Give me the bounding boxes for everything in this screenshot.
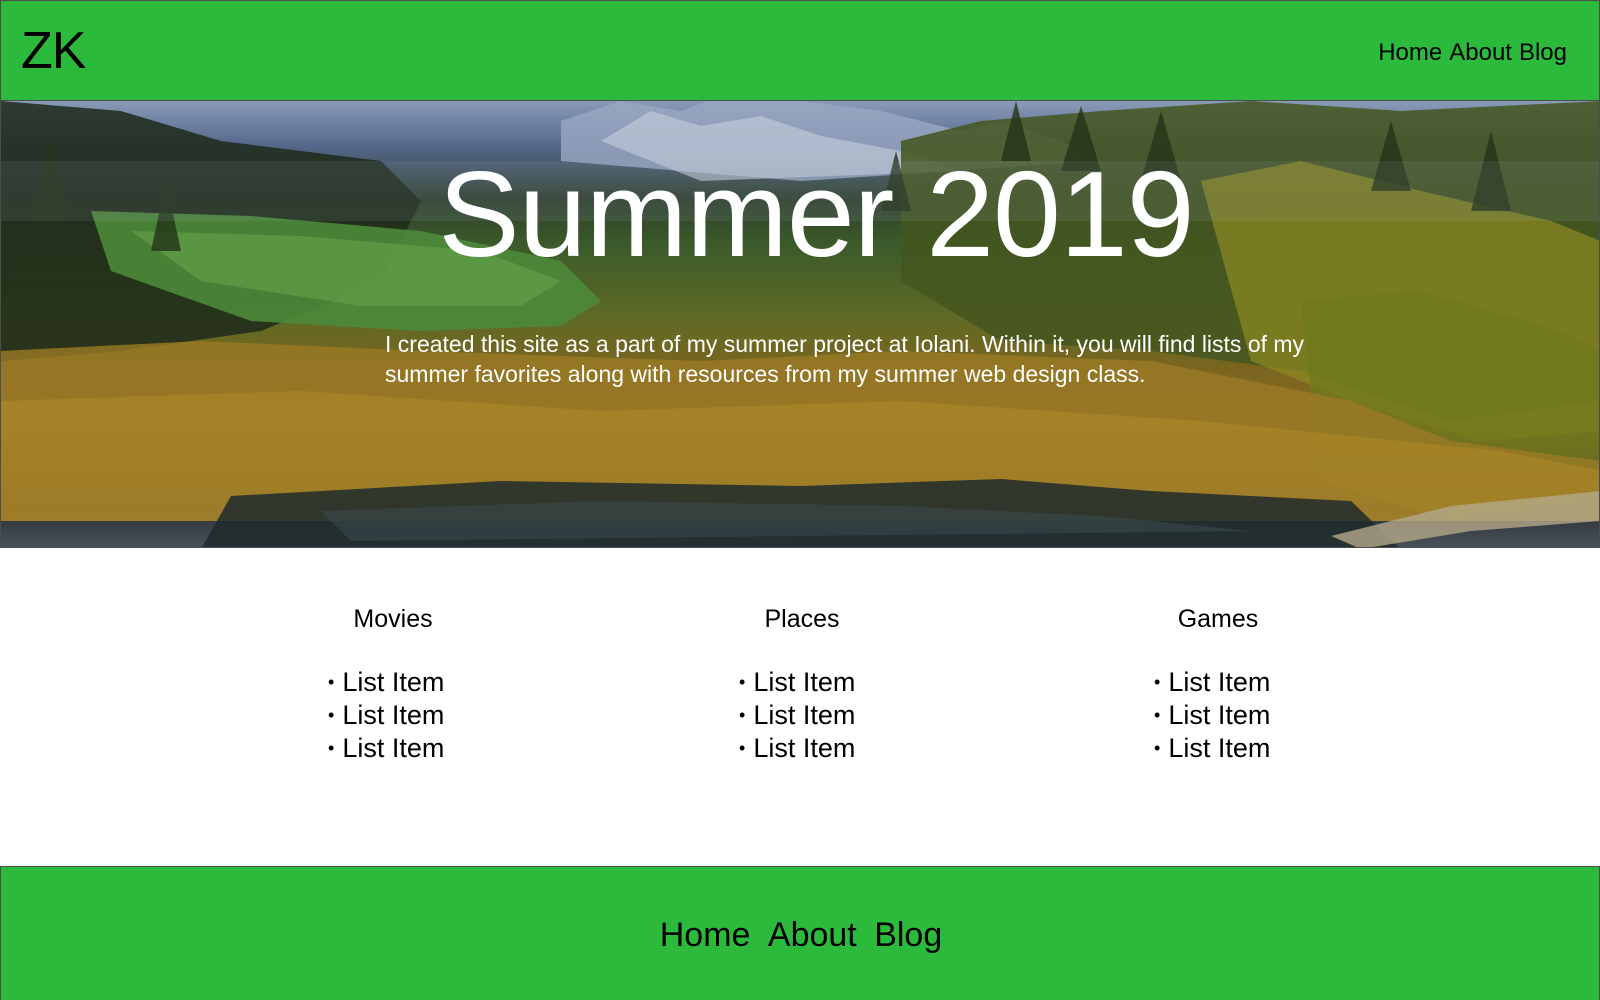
games-column: Games • List Item • List Item • List Item [1088, 604, 1348, 765]
footer-nav: Home About Blog [1, 915, 1600, 955]
favorites-section: Movies • List Item • List Item • List Item … [0, 546, 1600, 866]
list-item-label: List Item [342, 667, 445, 697]
list-item: • List Item [739, 732, 932, 765]
movies-heading: Movies [353, 605, 433, 633]
list-item: • List Item [328, 732, 523, 765]
list-item: • List Item [1154, 666, 1348, 699]
footer-about-link[interactable]: About [768, 916, 857, 954]
top-nav-home-link[interactable]: Home [1378, 38, 1442, 68]
bullet-icon: • [739, 705, 746, 725]
list-item: • List Item [1154, 699, 1348, 732]
movies-list: • List Item • List Item • List Item [328, 666, 523, 765]
list-item: • List Item [328, 699, 523, 732]
page: ZK Home About Blog Summer 2019 I created… [0, 0, 1600, 1000]
footer-blog-link[interactable]: Blog [874, 916, 942, 954]
list-item-label: List Item [1168, 700, 1271, 730]
list-item-label: List Item [342, 733, 445, 763]
list-item: • List Item [739, 699, 932, 732]
top-nav: Home About Blog [1378, 38, 1567, 68]
bullet-icon: • [1154, 672, 1161, 692]
list-item: • List Item [328, 666, 523, 699]
bullet-icon: • [328, 738, 335, 758]
list-item-label: List Item [753, 667, 856, 697]
top-nav-blog-link[interactable]: Blog [1519, 38, 1567, 68]
footer-home-link[interactable]: Home [660, 916, 751, 954]
bullet-icon: • [739, 672, 746, 692]
places-column: Places • List Item • List Item • List Item [672, 604, 932, 765]
games-list: • List Item • List Item • List Item [1154, 666, 1348, 765]
list-item-label: List Item [342, 700, 445, 730]
top-header-bar: ZK Home About Blog [0, 0, 1600, 100]
places-list: • List Item • List Item • List Item [739, 666, 932, 765]
bullet-icon: • [739, 738, 746, 758]
list-item-label: List Item [753, 733, 856, 763]
list-item: • List Item [739, 666, 932, 699]
hero-banner: Summer 2019 I created this site as a par… [0, 100, 1600, 548]
list-item: • List Item [1154, 732, 1348, 765]
places-heading: Places [764, 605, 840, 633]
bullet-icon: • [1154, 738, 1161, 758]
hero-title: Summer 2019 [438, 146, 1194, 282]
bullet-icon: • [328, 672, 335, 692]
list-item-label: List Item [753, 700, 856, 730]
list-item-label: List Item [1168, 667, 1271, 697]
games-heading: Games [1177, 605, 1259, 633]
movies-column: Movies • List Item • List Item • List Item [263, 604, 523, 765]
bullet-icon: • [328, 705, 335, 725]
site-logo[interactable]: ZK [21, 21, 86, 81]
hero-description: I created this site as a part of my summ… [385, 331, 1305, 387]
bullet-icon: • [1154, 705, 1161, 725]
top-nav-about-link[interactable]: About [1449, 38, 1512, 68]
list-item-label: List Item [1168, 733, 1271, 763]
footer-bar: Home About Blog [0, 866, 1600, 1000]
